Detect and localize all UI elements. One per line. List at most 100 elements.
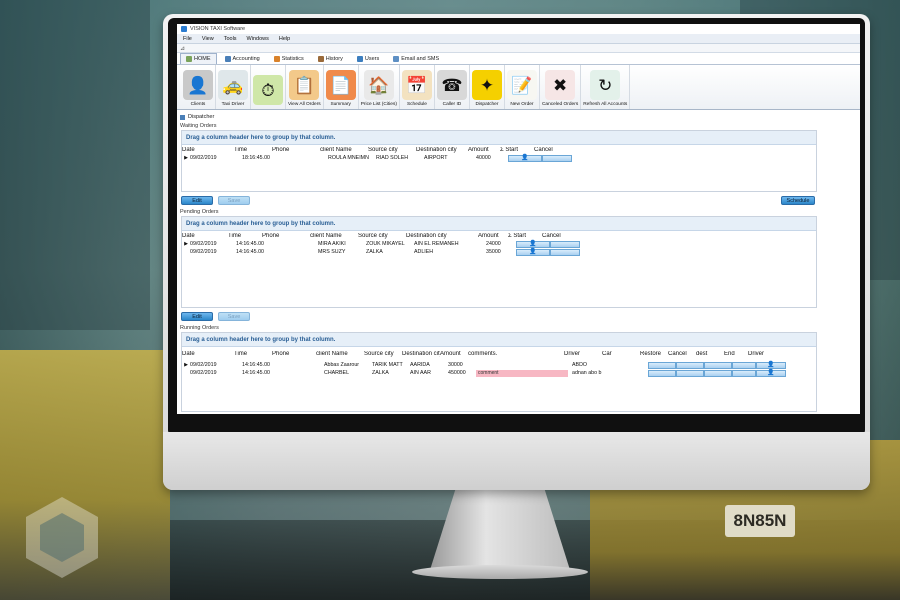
cancel-button[interactable] — [550, 248, 580, 256]
ribbon-button-taxi-driver[interactable]: 🚕 Taxi Driver — [216, 65, 251, 109]
waiting-orders-grid: Drag a column header here to group by th… — [181, 130, 817, 192]
column-header[interactable]: Date — [182, 351, 234, 357]
cancel-button[interactable] — [676, 369, 704, 377]
tab-email-and-sms[interactable]: Email and SMS — [387, 53, 445, 64]
start-button[interactable]: 👤 — [516, 240, 550, 248]
ribbon-button-summary[interactable]: 📄 Summary — [324, 65, 359, 109]
cancel-button[interactable] — [550, 240, 580, 248]
cell-driver: adnan abo b — [572, 370, 602, 376]
cancel-button[interactable] — [542, 154, 572, 162]
ribbon-button-unlabeled[interactable]: ⏱ — [251, 65, 286, 109]
tab-accounting[interactable]: Accounting — [219, 53, 266, 64]
column-header[interactable]: Phone — [272, 351, 316, 357]
column-header[interactable]: Phone — [262, 233, 310, 239]
dest-button[interactable] — [704, 361, 732, 369]
menu-tools[interactable]: Tools — [224, 36, 237, 42]
column-header[interactable]: Destination city — [402, 351, 440, 357]
column-header[interactable]: Date — [182, 233, 228, 239]
menu-windows[interactable]: Windows — [247, 36, 269, 42]
column-header[interactable]: Time — [234, 147, 272, 153]
table-row[interactable]: ▶ 09/02/2019 18:16:45.00 ROULA MNEIMN RIAD S… — [182, 154, 816, 162]
restore-button[interactable] — [648, 361, 676, 369]
start-button[interactable]: 👤 — [508, 154, 542, 162]
column-header[interactable]: Driver — [748, 351, 778, 357]
save-button[interactable]: Save — [218, 195, 250, 205]
column-header[interactable]: dest — [696, 351, 724, 357]
table-row[interactable]: 09/02/2019 14:16:45.00 CHARBEL ZALKA AIN AAR… — [182, 369, 816, 377]
edit-button[interactable]: Edit — [181, 311, 213, 321]
comments-cell[interactable]: comment — [476, 369, 572, 377]
group-by-bar[interactable]: Drag a column header here to group by th… — [182, 131, 816, 145]
start-button[interactable]: 👤 — [516, 248, 550, 256]
column-header[interactable]: Amount — [440, 351, 468, 357]
ribbon-button-label: Taxi Driver — [221, 102, 245, 107]
column-header[interactable]: Destination city — [406, 233, 478, 239]
column-header[interactable]: Σ Start — [500, 147, 534, 153]
column-header[interactable]: Restore — [640, 351, 668, 357]
column-header[interactable]: Time — [234, 351, 272, 357]
column-header[interactable]: Σ Start — [508, 233, 542, 239]
column-header[interactable]: client Name — [320, 147, 368, 153]
cell-dest: AIN EL REMANEH — [414, 241, 459, 247]
end-button[interactable] — [732, 369, 756, 377]
column-header[interactable]: Destination city — [416, 147, 468, 153]
column-header[interactable]: Source city — [358, 233, 406, 239]
table-row[interactable]: 09/02/2019 14:16:45.00 MRS SUZY ZALKA ADLIEH… — [182, 248, 816, 256]
quick-access-bar: ⊿ — [177, 44, 860, 53]
column-header[interactable]: Phone — [272, 147, 320, 153]
column-header[interactable]: client Name — [310, 233, 358, 239]
edit-button[interactable]: Edit — [181, 195, 213, 205]
column-header[interactable]: Cancel — [534, 147, 564, 153]
column-header[interactable]: client Name — [316, 351, 364, 357]
table-row[interactable]: ▶ 09/02/2019 14:16:45.00 MIRA AKIKI ZOUK MIK… — [182, 240, 816, 248]
column-header[interactable]: Amount — [468, 147, 500, 153]
tab-history[interactable]: History — [312, 53, 349, 64]
taxi-driver-icon: 🚕 — [218, 70, 248, 100]
ribbon-button-refresh-all-accounts[interactable]: ↻ Refresh All Accounts — [581, 65, 631, 109]
ribbon-button-new-order[interactable]: 📝 New Order — [505, 65, 540, 109]
ribbon-button-dispatcher[interactable]: ✦ Dispatcher — [470, 65, 505, 109]
cancel-button[interactable] — [676, 361, 704, 369]
menu-file[interactable]: File — [183, 36, 192, 42]
tab-icon — [393, 56, 400, 62]
column-header[interactable]: Cancel — [542, 233, 572, 239]
driver-button[interactable]: 👤 — [756, 369, 786, 377]
menu-help[interactable]: Help — [279, 36, 290, 42]
column-header[interactable]: End — [724, 351, 748, 357]
comment-field[interactable]: comment — [476, 369, 568, 377]
column-header[interactable]: Source city — [368, 147, 416, 153]
driver-button[interactable]: 👤 — [756, 361, 786, 369]
tab-users[interactable]: Users — [351, 53, 385, 64]
ribbon-button-schedule[interactable]: 📅 Schedule — [400, 65, 435, 109]
column-header[interactable]: Cancel — [668, 351, 696, 357]
cell-date: 09/02/2019 — [190, 241, 217, 247]
ribbon-button-label: Schedule — [406, 102, 427, 107]
column-header[interactable]: Date — [182, 147, 234, 153]
cell-amount: 24000 — [486, 241, 501, 247]
column-header[interactable]: Amount — [478, 233, 508, 239]
menu-view[interactable]: View — [202, 36, 214, 42]
column-header[interactable]: Car — [602, 351, 640, 357]
ribbon-button-price-list-cities-[interactable]: 🏠 Price List (Cities) — [359, 65, 400, 109]
end-button[interactable] — [732, 361, 756, 369]
group-by-bar[interactable]: Drag a column header here to group by th… — [182, 333, 816, 347]
ribbon-button-clients[interactable]: 👤 Clients — [181, 65, 216, 109]
row-indicator-icon: ▶ — [184, 241, 188, 247]
tab-statistics[interactable]: Statistics — [268, 53, 310, 64]
schedule-button[interactable]: Schedule — [781, 195, 815, 205]
pin-icon[interactable]: ⊿ — [180, 45, 185, 52]
group-by-bar[interactable]: Drag a column header here to group by th… — [182, 217, 816, 231]
column-header[interactable]: Source city — [364, 351, 402, 357]
dest-button[interactable] — [704, 369, 732, 377]
save-button[interactable]: Save — [218, 311, 250, 321]
ribbon-button-canceled-orders[interactable]: ✖ Canceled Orders — [540, 65, 582, 109]
column-header[interactable]: Driver — [564, 351, 602, 357]
window-title: VISION TAXI Software — [190, 26, 246, 32]
restore-button[interactable] — [648, 369, 676, 377]
table-row[interactable]: ▶ 09/02/2019 14:16:45.00 Abbas Zaarour TARIK… — [182, 361, 816, 369]
tab-home[interactable]: HOME — [180, 53, 217, 64]
ribbon-button-caller-id[interactable]: ☎ Caller ID — [435, 65, 470, 109]
ribbon-button-view-all-orders[interactable]: 📋 View All Orders — [286, 65, 324, 109]
column-header[interactable]: comments. — [468, 351, 564, 357]
column-header[interactable]: Time — [228, 233, 262, 239]
